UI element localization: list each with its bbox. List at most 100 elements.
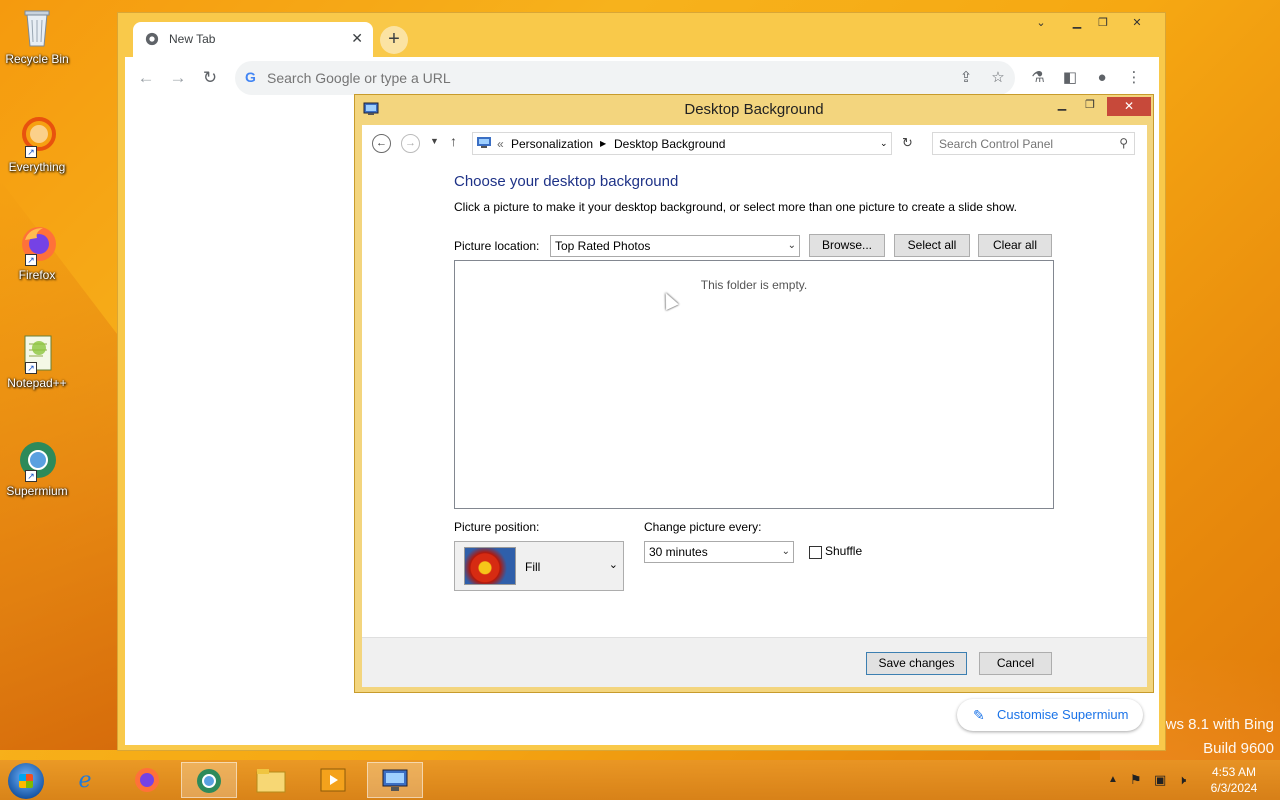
search-control-panel[interactable]: ⚲ (932, 132, 1135, 155)
tab-strip: New Tab ✕ + ⌄ ▁ ❐ ✕ (118, 13, 1165, 57)
internet-explorer-icon[interactable]: ℯ (57, 762, 113, 798)
share-icon[interactable]: ⇪ (955, 67, 977, 89)
save-changes-button[interactable]: Save changes (866, 652, 967, 675)
windows-watermark-line1: ws 8.1 with Bing (1165, 716, 1274, 733)
show-hidden-icons-icon[interactable]: ▲ (1108, 774, 1118, 785)
tab-close-icon[interactable]: ✕ (351, 30, 363, 47)
change-picture-select[interactable]: 30 minutes ⌄ (644, 541, 794, 563)
forward-icon[interactable]: → (401, 134, 420, 153)
desktop-icon-firefox[interactable]: ↗ Firefox (2, 222, 72, 282)
picture-location-value: Top Rated Photos (555, 239, 651, 253)
tab-title: New Tab (169, 32, 216, 46)
picture-position-value: Fill (525, 560, 541, 574)
chevron-down-icon: ⌄ (787, 240, 796, 251)
breadcrumb-separator-icon[interactable]: ▶ (600, 139, 606, 148)
action-center-flag-icon[interactable]: ⚑ (1130, 772, 1142, 788)
browser-maximize-button[interactable]: ❐ (1090, 15, 1116, 33)
tab-new-tab[interactable]: New Tab ✕ (133, 22, 373, 57)
desktop-icon-everything[interactable]: ↗ Everything (2, 114, 72, 174)
desktop-icon-label: Recycle Bin (5, 52, 69, 66)
recycle-bin-icon (15, 6, 59, 50)
page-description: Click a picture to make it your desktop … (454, 200, 1017, 214)
change-picture-value: 30 minutes (649, 545, 708, 559)
reload-icon[interactable]: ↻ (197, 65, 223, 91)
picture-position-label: Picture position: (454, 520, 540, 534)
address-box[interactable]: « Personalization ▶ Desktop Background ⌄ (472, 132, 892, 155)
dialog-close-button[interactable]: ✕ (1107, 97, 1151, 116)
new-tab-button[interactable]: + (380, 26, 408, 54)
control-panel-icon (477, 137, 491, 148)
address-bar-row: ← → ▼ ↑ « Personalization ▶ Desktop Back… (362, 125, 1147, 161)
pencil-icon: ✎ (973, 707, 985, 723)
search-input[interactable] (939, 136, 1099, 152)
picture-list[interactable]: This folder is empty. (454, 260, 1054, 509)
dialog-footer: Save changes Cancel (362, 637, 1147, 687)
everything-icon: ↗ (15, 114, 59, 158)
clear-all-button[interactable]: Clear all (978, 234, 1052, 257)
extensions-icon[interactable]: ⚗ (1027, 67, 1049, 89)
picture-location-select[interactable]: Top Rated Photos ⌄ (550, 235, 800, 257)
desktop-icon-notepadpp[interactable]: ↗ Notepad++ (2, 330, 72, 390)
omnibox[interactable]: G (235, 61, 1015, 95)
desktop-icon-label: Everything (8, 160, 66, 174)
up-arrow-icon[interactable]: ↑ (450, 133, 457, 149)
forward-icon[interactable]: → (165, 65, 191, 91)
network-icon[interactable]: ▣ (1154, 772, 1166, 788)
picture-location-label: Picture location: (454, 239, 540, 253)
address-dropdown-icon[interactable]: ⌄ (880, 138, 888, 149)
menu-kebab-icon[interactable]: ⋮ (1123, 67, 1145, 89)
recent-locations-icon[interactable]: ▼ (430, 136, 439, 146)
refresh-icon[interactable]: ↻ (902, 135, 913, 151)
google-icon: G (245, 69, 256, 85)
select-all-button[interactable]: Select all (894, 234, 970, 257)
dialog-minimize-button[interactable]: ▁ (1049, 97, 1075, 115)
picture-position-select[interactable]: Fill ⌄ (454, 541, 624, 591)
clock-date: 6/3/2024 (1210, 781, 1258, 795)
chrome-favicon-icon (145, 32, 159, 46)
search-icon: ⚲ (1119, 136, 1128, 150)
dialog-titlebar[interactable]: Desktop Background ▁ ❐ ✕ (355, 95, 1153, 125)
chevron-down-icon: ⌄ (608, 559, 618, 571)
dialog-content: ← → ▼ ↑ « Personalization ▶ Desktop Back… (362, 125, 1147, 687)
system-clock[interactable]: 4:53 AM 6/3/2024 (1206, 764, 1262, 796)
shortcut-arrow-icon: ↗ (25, 470, 37, 482)
back-icon[interactable]: ← (372, 134, 391, 153)
breadcrumb-overflow[interactable]: « (497, 137, 504, 151)
browse-button[interactable]: Browse... (809, 234, 885, 257)
back-icon[interactable]: ← (133, 65, 159, 91)
desktop-icon-label: Supermium (6, 484, 68, 498)
start-button[interactable] (8, 763, 44, 799)
tab-search-chevron-icon[interactable]: ⌄ (1028, 15, 1054, 33)
firefox-icon: ↗ (15, 222, 59, 266)
file-explorer-icon[interactable] (243, 762, 299, 798)
desktop-icon-supermium[interactable]: ↗ Supermium (2, 438, 72, 498)
dialog-title: Desktop Background (684, 101, 824, 118)
shuffle-checkbox[interactable] (809, 546, 822, 559)
clock-time: 4:53 AM (1211, 765, 1257, 779)
shuffle-label: Shuffle (825, 544, 863, 558)
cancel-button[interactable]: Cancel (979, 652, 1052, 675)
omnibox-input[interactable] (267, 66, 917, 90)
desktop-icon-label: Firefox (18, 268, 56, 282)
shortcut-arrow-icon: ↗ (25, 146, 37, 158)
firefox-icon[interactable] (119, 762, 175, 798)
breadcrumb-desktop-background[interactable]: Desktop Background (614, 137, 725, 151)
control-panel-icon[interactable] (367, 762, 423, 798)
dialog-maximize-button[interactable]: ❐ (1077, 97, 1103, 115)
volume-muted-icon[interactable]: 🕨 (1178, 772, 1186, 788)
shortcut-arrow-icon: ↗ (25, 362, 37, 374)
supermium-icon: ↗ (15, 438, 59, 482)
position-preview-thumbnail (464, 547, 516, 585)
supermium-icon[interactable] (181, 762, 237, 798)
profile-avatar-icon[interactable]: ● (1091, 67, 1113, 89)
browser-close-button[interactable]: ✕ (1124, 15, 1150, 33)
breadcrumb-personalization[interactable]: Personalization (511, 137, 593, 151)
desktop-icon-recycle-bin[interactable]: Recycle Bin (2, 6, 72, 66)
bookmark-star-icon[interactable]: ☆ (987, 67, 1009, 89)
browser-minimize-button[interactable]: ▁ (1064, 15, 1090, 33)
change-picture-label: Change picture every: (644, 520, 762, 534)
media-player-icon[interactable] (305, 762, 361, 798)
customise-button[interactable]: ✎ Customise Supermium (957, 699, 1143, 731)
taskbar: ℯ ▲ ⚑ ▣ 🕨 4:53 AM 6/3/2024 (0, 760, 1280, 800)
side-panel-icon[interactable]: ◧ (1059, 67, 1081, 89)
